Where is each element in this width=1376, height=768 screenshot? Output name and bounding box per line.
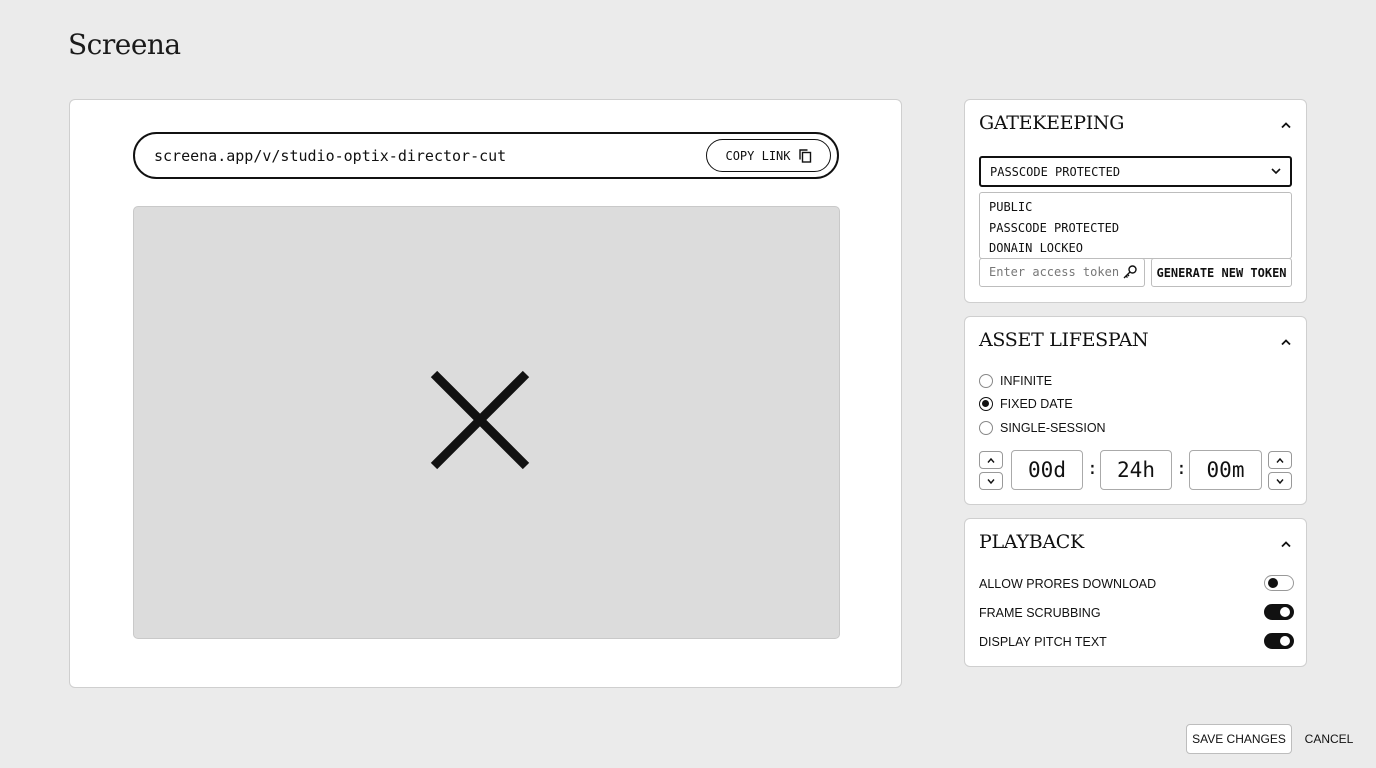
- toggle-row-frame-scrubbing: FRAME SCRUBBING: [979, 603, 1294, 623]
- chevron-up-icon: [987, 457, 995, 463]
- access-mode-options: PUBLIC PASSCODE PROTECTED DONAIN LOCKEO: [979, 192, 1292, 259]
- chevron-up-icon: [1276, 457, 1284, 463]
- asset-lifespan-card: ASSET LIFESPAN INFINITE FIXED DATE SINGL…: [964, 316, 1307, 505]
- toggle-label: ALLOW PRORES DOWNLOAD: [979, 577, 1157, 591]
- radio-label: SINGLE-SESSION: [1000, 421, 1106, 435]
- toggle-label: DISPLAY PITCH TEXT: [979, 635, 1107, 649]
- pitch-text-toggle[interactable]: [1264, 633, 1294, 649]
- lifespan-option-fixed-date[interactable]: FIXED DATE: [979, 395, 1073, 413]
- share-url[interactable]: screena.app/v/studio-optix-director-cut: [154, 147, 506, 165]
- option-public[interactable]: PUBLIC: [989, 197, 1282, 218]
- asset-lifespan-collapse-button[interactable]: [1276, 333, 1296, 351]
- playback-title: PLAYBACK: [979, 531, 1084, 553]
- gatekeeping-collapse-button[interactable]: [1276, 116, 1296, 134]
- copy-icon: [798, 148, 812, 163]
- prores-download-toggle[interactable]: [1264, 575, 1294, 591]
- cancel-button[interactable]: CANCEL: [1300, 724, 1358, 754]
- preview-panel: screena.app/v/studio-optix-director-cut …: [69, 99, 902, 688]
- key-icon: [1123, 265, 1137, 279]
- toggle-row-pitch-text: DISPLAY PITCH TEXT: [979, 632, 1294, 652]
- share-url-bar: screena.app/v/studio-optix-director-cut …: [133, 132, 839, 179]
- lifespan-option-single-session[interactable]: SINGLE-SESSION: [979, 419, 1106, 437]
- radio-fixed-date[interactable]: [979, 397, 993, 411]
- broken-media-x-icon: [430, 370, 530, 470]
- days-decrement-button[interactable]: [979, 472, 1003, 490]
- asset-lifespan-title: ASSET LIFESPAN: [979, 329, 1149, 351]
- access-token-input[interactable]: [980, 259, 1120, 285]
- minutes-decrement-button[interactable]: [1268, 472, 1292, 490]
- radio-label: INFINITE: [1000, 374, 1053, 388]
- radio-label: FIXED DATE: [1000, 397, 1073, 411]
- days-field[interactable]: 00d: [1011, 450, 1083, 490]
- copy-link-button[interactable]: COPY LINK: [706, 139, 831, 172]
- generate-token-button[interactable]: GENERATE NEW TOKEN: [1151, 258, 1292, 287]
- gatekeeping-card: GATEKEEPING PASSCODE PROTECTED PUBLIC PA…: [964, 99, 1307, 303]
- copy-link-label: COPY LINK: [725, 148, 791, 163]
- chevron-down-icon: [1276, 478, 1284, 484]
- hours-field[interactable]: 24h: [1100, 450, 1172, 490]
- frame-scrubbing-toggle[interactable]: [1264, 604, 1294, 620]
- toggle-label: FRAME SCRUBBING: [979, 606, 1101, 620]
- access-mode-value: PASSCODE PROTECTED: [990, 165, 1121, 179]
- minutes-increment-button[interactable]: [1268, 451, 1292, 469]
- gatekeeping-title: GATEKEEPING: [979, 112, 1125, 134]
- time-separator: :: [1087, 458, 1098, 479]
- option-domain-locked[interactable]: DONAIN LOCKEO: [989, 238, 1282, 259]
- chevron-down-icon: [1271, 168, 1281, 175]
- option-passcode-protected[interactable]: PASSCODE PROTECTED: [989, 218, 1282, 239]
- toggle-row-prores-download: ALLOW PRORES DOWNLOAD: [979, 574, 1294, 594]
- playback-collapse-button[interactable]: [1276, 535, 1296, 553]
- playback-card: PLAYBACK ALLOW PRORES DOWNLOAD FRAME SCR…: [964, 518, 1307, 667]
- lifespan-option-infinite[interactable]: INFINITE: [979, 372, 1052, 390]
- chevron-up-icon: [1281, 541, 1291, 548]
- access-token-field: [979, 258, 1145, 287]
- chevron-down-icon: [987, 478, 995, 484]
- chevron-up-icon: [1281, 122, 1291, 129]
- video-preview[interactable]: [133, 206, 840, 639]
- radio-infinite[interactable]: [979, 374, 993, 388]
- chevron-up-icon: [1281, 339, 1291, 346]
- app-title: Screena: [68, 28, 181, 61]
- days-increment-button[interactable]: [979, 451, 1003, 469]
- access-mode-select[interactable]: PASSCODE PROTECTED: [979, 156, 1292, 187]
- save-changes-button[interactable]: SAVE CHANGES: [1186, 724, 1292, 754]
- radio-single-session[interactable]: [979, 421, 993, 435]
- time-separator: :: [1176, 458, 1187, 479]
- minutes-field[interactable]: 00m: [1189, 450, 1262, 490]
